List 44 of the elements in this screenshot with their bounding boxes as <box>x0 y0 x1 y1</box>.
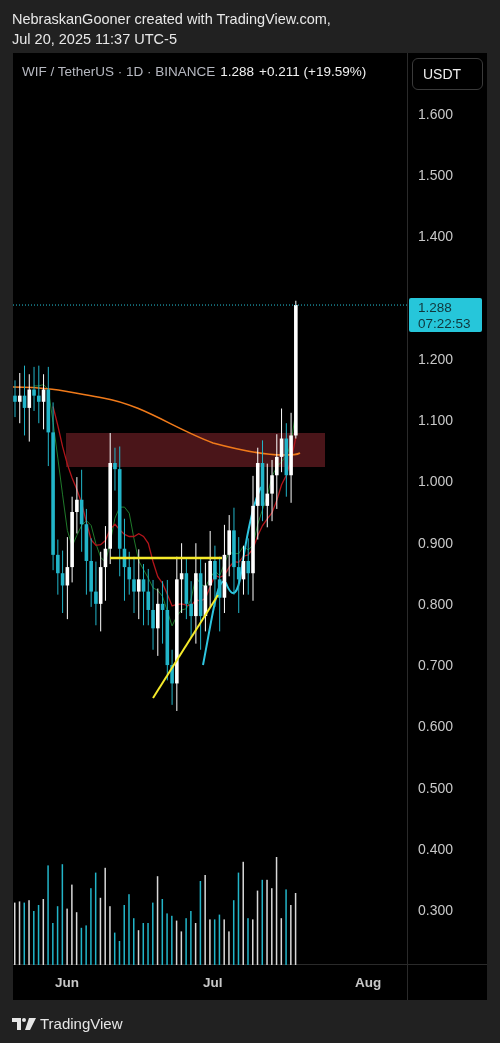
volume-bar <box>180 931 183 965</box>
volume-bar <box>99 897 102 965</box>
symbol-text: WIF / TetherUS · 1D · BINANCE <box>22 64 216 79</box>
price-tick-label: 1.200 <box>418 349 454 368</box>
volume-bar <box>118 941 121 965</box>
price-tick-label: 0.800 <box>418 594 454 613</box>
volume-bar <box>161 899 164 965</box>
volume-bar <box>113 932 116 965</box>
volume-bar <box>42 899 45 965</box>
volume-bar <box>294 893 297 965</box>
price-tick-label: 1.600 <box>418 105 454 123</box>
volume-bar <box>218 914 221 965</box>
price-tick-label: 1.000 <box>418 472 454 491</box>
price-tick-label: 1.100 <box>418 411 454 430</box>
volume-bar <box>280 918 283 965</box>
time-axis-label: Jul <box>203 975 223 990</box>
last-price-label: 1.288 07:22:53 <box>409 298 482 333</box>
price-tick-label: 0.700 <box>418 656 454 675</box>
volume-bar <box>137 930 140 965</box>
price-tick-label: 0.400 <box>418 839 454 858</box>
time-axis-label: Jun <box>55 975 79 990</box>
volume-bar <box>213 919 216 965</box>
volume-bar <box>194 923 197 965</box>
currency-button[interactable]: USDT <box>412 58 483 90</box>
price-tick-label: 0.900 <box>418 533 454 552</box>
price-tick-label: 0.500 <box>418 778 454 797</box>
price-tick-label: 0.600 <box>418 717 454 736</box>
volume-bar <box>56 906 59 965</box>
logo-icon <box>12 1017 36 1030</box>
volume-bar <box>18 901 21 965</box>
volume-bar <box>232 900 235 965</box>
volume-bar <box>80 927 83 965</box>
attribution-text: NebraskanGooner created with TradingView.com, <box>12 10 332 29</box>
time-axis-label: Aug <box>355 975 382 990</box>
price-text: 1.288 <box>220 64 255 79</box>
volume-bar <box>75 912 78 965</box>
price-tick-label: 1.400 <box>418 227 454 246</box>
change-text: +0.211 (+19.59%) <box>259 64 367 79</box>
price-tick-label: 0.300 <box>418 901 454 919</box>
volume-bar <box>175 920 178 965</box>
price-tick-label: 1.500 <box>418 166 454 185</box>
volume-bar <box>37 905 40 965</box>
brand-name: TradingView <box>40 1015 123 1032</box>
attribution-text: Jul 20, 2025 11:37 UTC-5 <box>12 30 178 49</box>
